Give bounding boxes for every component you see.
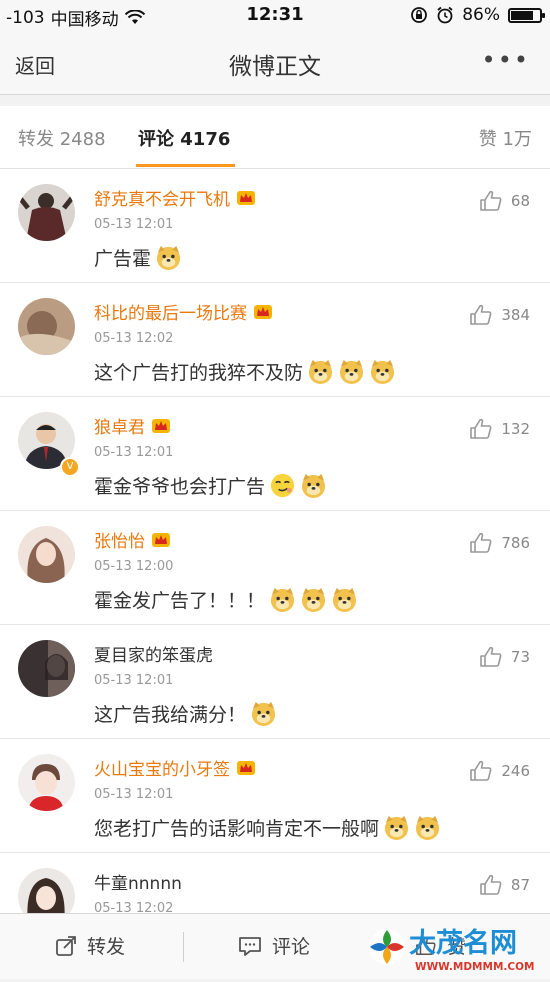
comment-text: 这广告我给满分！ (94, 700, 277, 727)
avatar[interactable] (18, 184, 75, 241)
crown-badge-icon (237, 191, 255, 205)
battery-fill (511, 10, 533, 20)
crown-badge-icon (254, 305, 272, 319)
battery-percent: 86% (462, 5, 500, 25)
comment-username[interactable]: 夏目家的笨蛋虎 (94, 641, 213, 666)
doge-emoji-icon (415, 815, 440, 841)
doge-emoji-icon (301, 587, 326, 613)
comment-time: 05-13 12:01 (94, 217, 174, 232)
thumbs-up-icon[interactable] (469, 304, 493, 326)
orientation-lock-icon (411, 7, 428, 23)
battery-icon (508, 7, 545, 23)
like-counter[interactable]: 246 (469, 760, 530, 782)
repost-button[interactable]: 转发 (55, 932, 125, 959)
doge-emoji-icon (339, 359, 364, 385)
page-title: 微博正文 (229, 54, 321, 80)
nav-bar: 返回 微博正文 ••• (0, 32, 550, 95)
crown-badge-icon (237, 761, 255, 775)
thumbs-up-icon[interactable] (479, 646, 503, 668)
thumbs-up-icon[interactable] (469, 760, 493, 782)
like-counter[interactable]: 87 (479, 874, 530, 896)
tab-bar: 转发 2488 评论 4176 赞 1万 (0, 106, 550, 169)
crown-badge-icon (152, 419, 170, 433)
watermark-logo: 大茂名网 WWW.MDMMM.COM (365, 918, 550, 978)
doge-emoji-icon (270, 587, 295, 613)
comment-list: 舒克真不会开飞机 05-13 12:01 广告霍 68 科比的最后一场比赛 05… (0, 169, 550, 925)
tab-reposts[interactable]: 转发 2488 (18, 125, 106, 151)
doge-emoji-icon (370, 359, 395, 385)
like-counter[interactable]: 786 (469, 532, 530, 554)
comment-item: 牛童nnnnn 05-13 12:02 87 (0, 853, 550, 925)
comment-time: 05-13 12:01 (94, 787, 174, 802)
comment-button[interactable]: 评论 (238, 932, 310, 959)
comment-item: 夏目家的笨蛋虎 05-13 12:01 这广告我给满分！ 73 (0, 625, 550, 739)
like-counter[interactable]: 384 (469, 304, 530, 326)
comment-username[interactable]: 牛童nnnnn (94, 869, 182, 894)
thumbs-up-icon[interactable] (469, 418, 493, 440)
doge-emoji-icon (301, 473, 326, 499)
comment-username[interactable]: 火山宝宝的小牙签 (94, 755, 256, 780)
divider (183, 932, 184, 962)
avatar[interactable] (18, 754, 75, 811)
thumbs-up-icon[interactable] (469, 532, 493, 554)
comment-text: 这个广告打的我猝不及防 (94, 358, 396, 385)
doge-emoji-icon (332, 587, 357, 613)
comment-text: 您老打广告的话影响肯定不一般啊 (94, 814, 441, 841)
thumbs-up-icon[interactable] (479, 874, 503, 896)
verified-badge-icon: V (60, 457, 80, 477)
tab-likes[interactable]: 赞 1万 (479, 125, 532, 151)
comment-item: 科比的最后一场比赛 05-13 12:02 这个广告打的我猝不及防 384 (0, 283, 550, 397)
watermark-url: WWW.MDMMM.COM (415, 961, 534, 973)
avatar[interactable] (18, 298, 75, 355)
watermark-title: 大茂名网 (409, 927, 517, 959)
doge-emoji-icon (384, 815, 409, 841)
crown-badge-icon (152, 533, 170, 547)
doge-emoji-icon (308, 359, 333, 385)
repost-icon (56, 935, 76, 956)
comment-time: 05-13 12:01 (94, 673, 174, 688)
comment-username[interactable]: 张怡怡 (94, 527, 171, 552)
comment-item: 火山宝宝的小牙签 05-13 12:01 您老打广告的话影响肯定不一般啊 246 (0, 739, 550, 853)
comment-item: 舒克真不会开飞机 05-13 12:01 广告霍 68 (0, 169, 550, 283)
comment-time: 05-13 12:00 (94, 559, 174, 574)
thumbs-up-icon[interactable] (479, 190, 503, 212)
comment-time: 05-13 12:01 (94, 445, 174, 460)
like-counter[interactable]: 73 (479, 646, 530, 668)
avatar[interactable] (18, 640, 75, 697)
tab-comments[interactable]: 评论 4176 (138, 125, 230, 151)
comment-username[interactable]: 科比的最后一场比赛 (94, 299, 273, 324)
comment-username[interactable]: 舒克真不会开飞机 (94, 185, 256, 210)
comment-item: 张怡怡 05-13 12:00 霍金发广告了！！！ 786 (0, 511, 550, 625)
avatar[interactable] (18, 526, 75, 583)
comment-icon (239, 936, 261, 956)
comment-time: 05-13 12:02 (94, 331, 174, 346)
comment-username[interactable]: 狼卓君 (94, 413, 171, 438)
comment-text: 霍金爷爷也会打广告 (94, 472, 327, 499)
status-bar: -103 中国移动 12:31 86% (0, 0, 550, 32)
active-tab-indicator (136, 164, 235, 167)
like-counter[interactable]: 132 (469, 418, 530, 440)
comment-text: 霍金发广告了！！！ (94, 586, 358, 613)
comment-item: V 狼卓君 05-13 12:01 霍金爷爷也会打广告 132 (0, 397, 550, 511)
like-counter[interactable]: 68 (479, 190, 530, 212)
alarm-icon (437, 6, 453, 24)
more-options-button[interactable]: ••• (482, 46, 530, 74)
doge-emoji-icon (156, 245, 181, 271)
doge-emoji-icon (251, 701, 276, 727)
comment-text: 广告霍 (94, 244, 182, 271)
smirk-emoji-icon (270, 473, 295, 498)
